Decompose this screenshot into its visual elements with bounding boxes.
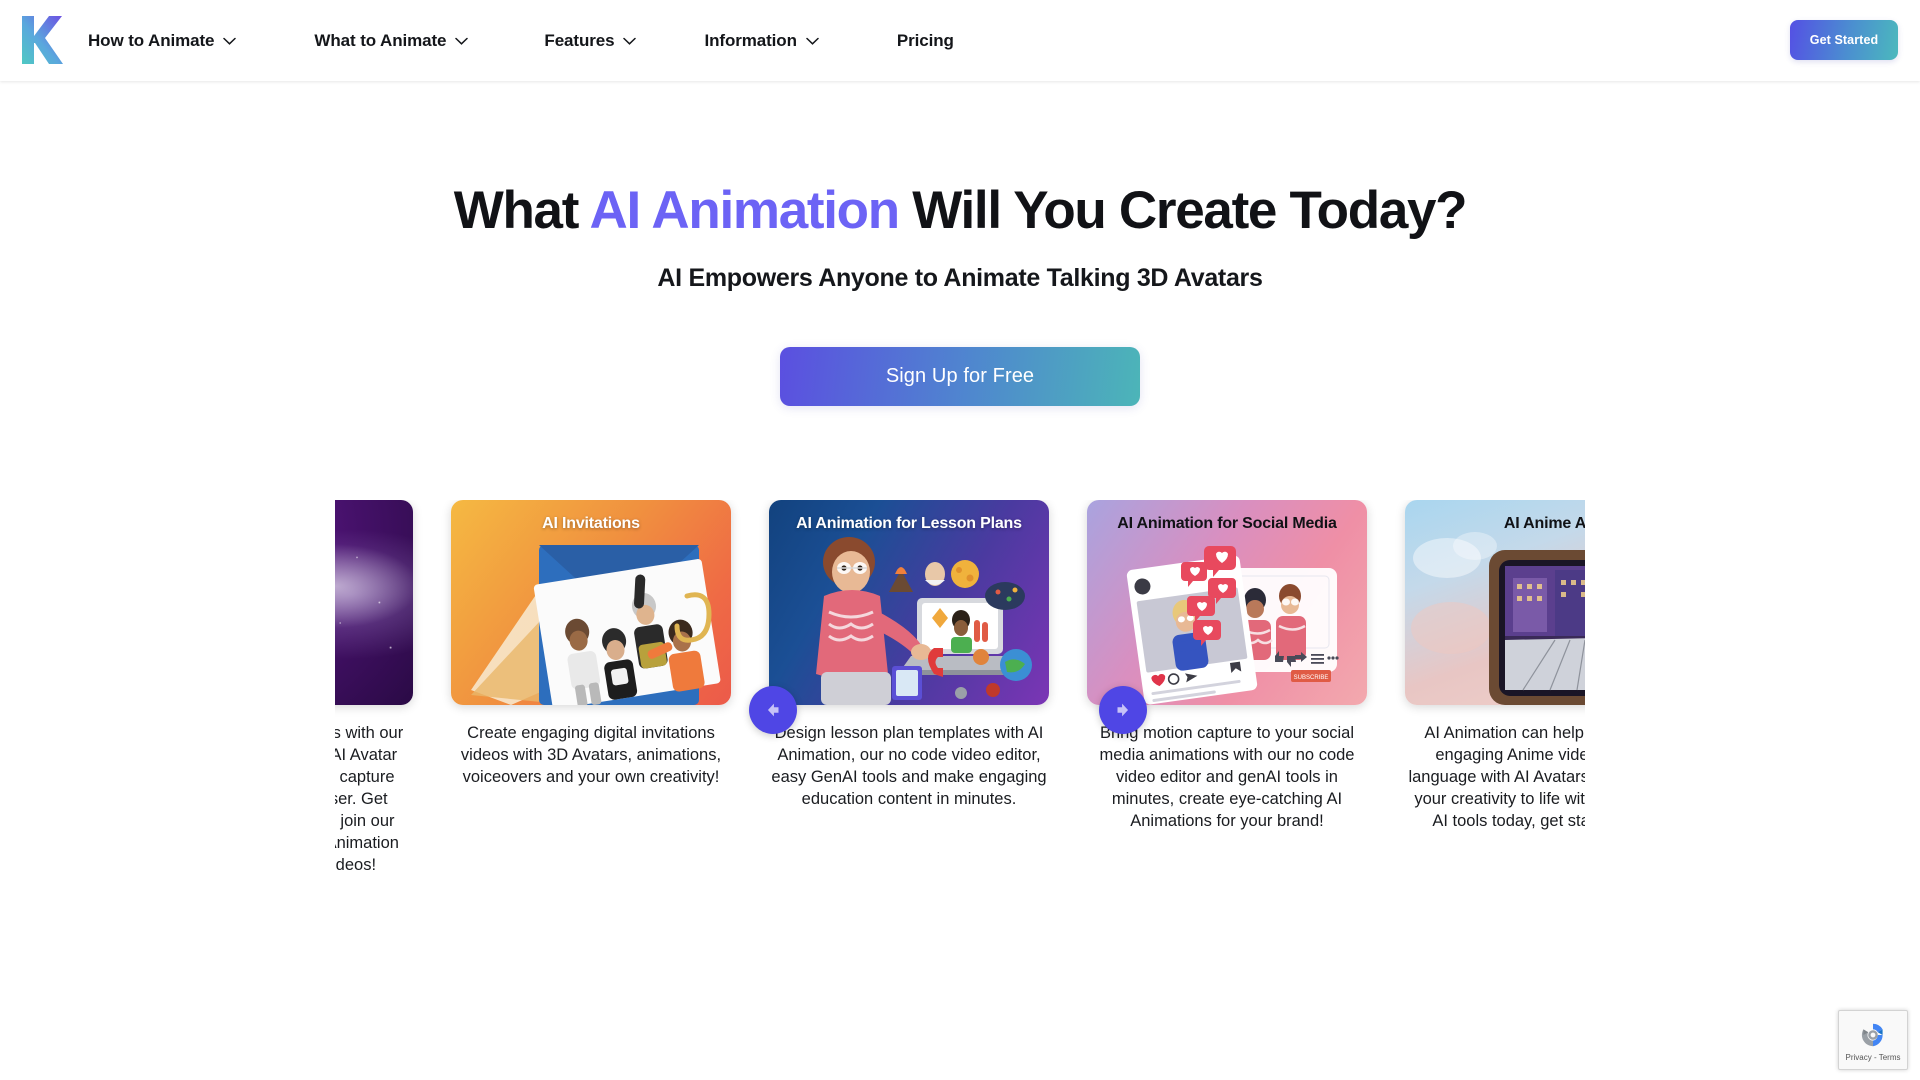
card-caption: Bring motion capture to your social medi… — [1099, 724, 1355, 830]
card-title: AI Animation for Social Media — [1117, 515, 1337, 532]
card-thumbnail[interactable]: AI Anime A — [1405, 500, 1585, 705]
card-title: AI Anime A — [1503, 515, 1585, 532]
nav-label: How to Animate — [88, 30, 215, 50]
card-caption: AI Animation can help you create engagin… — [1408, 724, 1585, 830]
carousel-track[interactable]: Animation Create AI Animation videos wit… — [335, 500, 1585, 877]
nav-item-pricing[interactable]: Pricing — [881, 0, 970, 81]
chevron-down-icon — [623, 37, 637, 45]
chevron-down-icon — [455, 37, 469, 45]
card-title: AI Invitations — [542, 515, 640, 532]
site-header: How to Animate What to Animate Features … — [0, 0, 1920, 81]
nav-item-what-to-animate[interactable]: What to Animate — [298, 0, 484, 81]
chevron-down-icon — [223, 37, 237, 45]
nav-label: What to Animate — [314, 30, 447, 50]
card-thumbnail[interactable]: AI Invitations — [451, 500, 731, 705]
main-navigation: How to Animate What to Animate Features … — [88, 0, 970, 81]
card-title: Animation — [335, 515, 413, 533]
carousel-card[interactable]: AI Anime A AI Animation can help you cre… — [1405, 500, 1585, 877]
hero-section: What AI Animation Will You Create Today?… — [0, 81, 1920, 407]
hero-cta-wrapper: Sign Up for Free — [0, 347, 1920, 407]
card-caption: Design lesson plan templates with AI Ani… — [771, 724, 1047, 808]
nav-item-information[interactable]: Information — [688, 0, 834, 81]
recaptcha-terms-label[interactable]: Terms — [1879, 1053, 1901, 1062]
carousel-prev-button[interactable] — [748, 686, 797, 734]
card-caption: Create AI Animation videos with our no c… — [335, 724, 404, 874]
nav-item-features[interactable]: Features — [528, 0, 652, 81]
hero-title-accent: AI Animation — [589, 181, 901, 240]
nav-item-how-to-animate[interactable]: How to Animate — [88, 0, 252, 81]
kartoon-k-logo-icon[interactable] — [16, 12, 64, 68]
page-title: What AI Animation Will You Create Today? — [0, 181, 1920, 240]
nav-label: Information — [704, 30, 797, 50]
hero-subtitle: AI Empowers Anyone to Animate Talking 3D… — [657, 264, 1263, 293]
svg-text:SUBSCRIBE: SUBSCRIBE — [1294, 675, 1329, 681]
card-thumbnail[interactable]: AI Animation for Lesson Plans — [769, 500, 1049, 705]
recaptcha-badge[interactable]: Privacy - Terms — [1838, 1010, 1908, 1070]
hero-title-part2: Will You Create Today? — [898, 181, 1467, 240]
carousel-card[interactable]: AI Animation for Lesson Plans Design les… — [769, 500, 1049, 877]
get-started-button[interactable]: Get Started — [1790, 20, 1898, 60]
hero-title-part1: What — [453, 181, 590, 240]
arrow-right-icon — [1117, 703, 1128, 717]
chevron-down-icon — [806, 37, 819, 45]
carousel-card[interactable]: Animation Create AI Animation videos wit… — [335, 500, 413, 877]
recaptcha-privacy-terms[interactable]: Privacy - Terms — [1846, 1053, 1901, 1062]
card-title: AI Animation for Lesson Plans — [796, 515, 1022, 532]
nav-label: Features — [544, 30, 615, 50]
recaptcha-privacy-label[interactable]: Privacy — [1846, 1053, 1872, 1062]
card-thumbnail[interactable]: SUBSCRIBE AI Animation for Social Media — [1087, 500, 1367, 705]
carousel-card[interactable]: AI Invitations Create engaging digital i… — [451, 500, 731, 877]
nav-label: Pricing — [896, 30, 954, 50]
card-caption: Create engaging digital invitations vide… — [460, 724, 722, 786]
recaptcha-separator: - — [1873, 1052, 1877, 1062]
recaptcha-logo-icon — [1861, 1023, 1883, 1046]
carousel-next-button[interactable] — [1098, 686, 1147, 734]
sign-up-for-free-button[interactable]: Sign Up for Free — [780, 347, 1140, 407]
arrow-left-icon — [767, 703, 778, 717]
feature-carousel: Animation Create AI Animation videos wit… — [335, 500, 1585, 920]
card-thumbnail[interactable]: Animation — [335, 500, 413, 705]
